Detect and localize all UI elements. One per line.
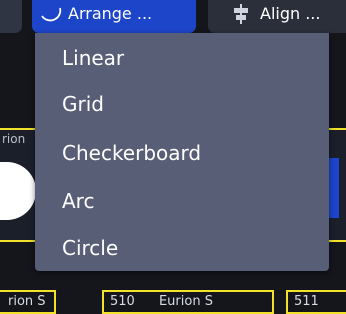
menu-item-arc[interactable]: Arc <box>35 178 329 224</box>
menu-item-linear[interactable]: Linear <box>35 35 329 81</box>
toolbar-button-left[interactable] <box>0 0 22 33</box>
canvas-node-left-label: rion <box>2 132 26 146</box>
menu-item-label: Arc <box>62 189 95 213</box>
node-label-2[interactable]: 510 Eurion S <box>102 290 274 314</box>
node-label-3-id: 511 <box>294 294 319 309</box>
menu-item-grid[interactable]: Grid <box>35 81 329 127</box>
menu-item-label: Linear <box>62 46 125 70</box>
arrange-button-label: Arrange ... <box>68 4 153 23</box>
node-label-1-name: rion S <box>8 294 46 309</box>
node-label-2-id: 510 <box>110 294 135 309</box>
menu-item-label: Circle <box>62 236 119 260</box>
arrange-dropdown-menu: Linear Grid Checkerboard Arc Circle <box>35 33 329 271</box>
menu-item-label: Grid <box>62 92 104 116</box>
arrange-button[interactable]: Arrange ... <box>32 0 196 33</box>
align-icon <box>234 3 248 24</box>
canvas-node-right[interactable] <box>329 128 346 242</box>
canvas-node-left-circle <box>0 162 36 220</box>
canvas-node-left[interactable]: rion <box>0 128 36 242</box>
menu-item-checkerboard[interactable]: Checkerboard <box>35 130 329 176</box>
node-label-1[interactable]: rion S <box>0 290 56 314</box>
align-button[interactable]: Align ... <box>208 0 346 33</box>
menu-item-label: Checkerboard <box>62 141 202 165</box>
canvas-node-right-fill <box>329 158 339 218</box>
menu-item-circle[interactable]: Circle <box>35 225 329 271</box>
node-label-2-name: Eurion S <box>158 294 213 309</box>
node-label-3[interactable]: 511 <box>286 290 346 314</box>
align-button-label: Align ... <box>260 4 321 23</box>
arc-arrange-icon <box>41 7 62 21</box>
